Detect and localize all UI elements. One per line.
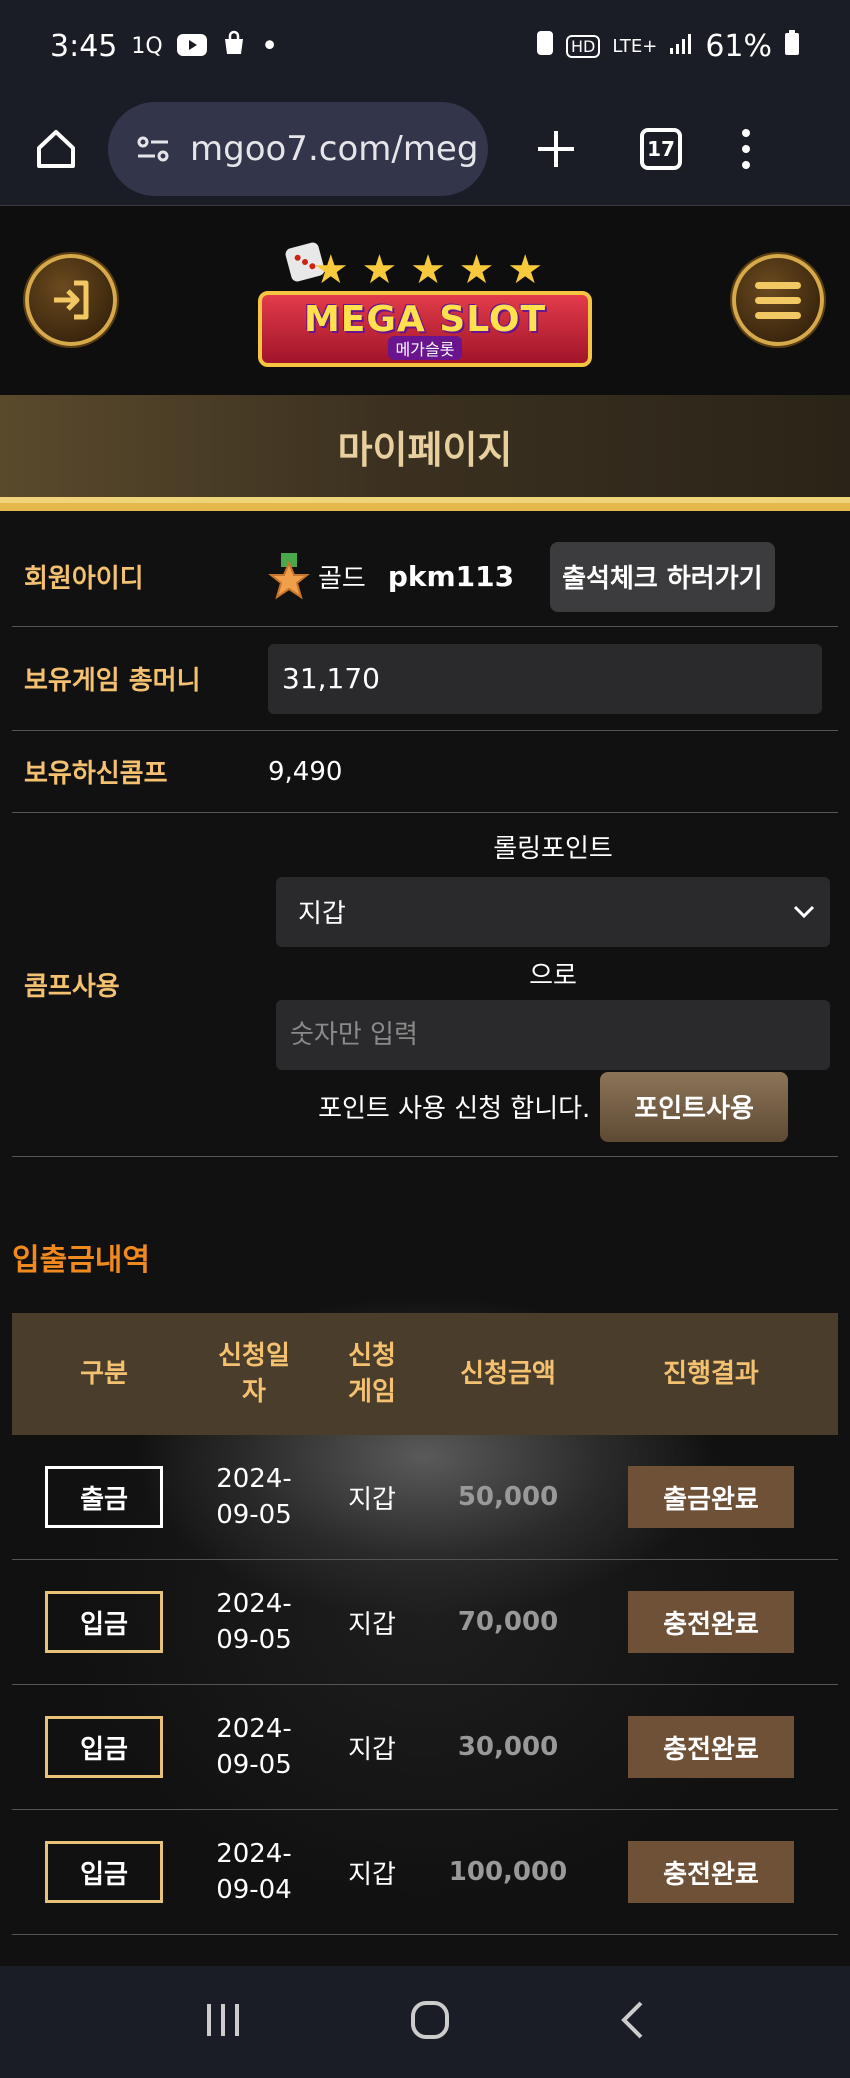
use-point-button[interactable]: 포인트사용 (600, 1071, 788, 1142)
comp-use-label: 콤프사용 (24, 972, 120, 1002)
lte-icon: LTE+ (612, 35, 658, 57)
amount-cell: 30,000 (457, 1732, 559, 1762)
game-cell: 지갑 (348, 1734, 396, 1765)
site-logo[interactable]: ★ ★ ★ ★ ★ MEGA SLOT 메가슬롯 (258, 225, 592, 385)
rolling-point-label: 롤링포인트 (493, 833, 613, 864)
address-bar[interactable]: mgoo7.com/meg (108, 101, 488, 196)
login-icon (54, 280, 89, 320)
stars-icon: ★ ★ ★ ★ ★ (312, 247, 544, 293)
page-title: 마이페이지 (337, 427, 513, 472)
signal-icon (669, 29, 693, 64)
login-button[interactable] (25, 254, 117, 346)
shopping-bag-icon (221, 29, 247, 64)
logo-text: MEGA SLOT (303, 298, 547, 340)
header-type: 구분 (80, 1358, 128, 1389)
member-id-row: 회원아이디 골드 pkm113 출석체크 하러가기 (12, 527, 838, 627)
status-bar: 3:45 1Q • HD LTE+ 61% (0, 0, 850, 92)
amount-cell: 70,000 (457, 1607, 559, 1637)
chevron-down-icon (792, 897, 816, 927)
result-badge: 출금완료 (628, 1466, 794, 1528)
date-cell: 2024- 09-05 (216, 1463, 292, 1530)
comp-row: 보유하신콤프 9,490 (12, 731, 838, 813)
hd-icon: HD (565, 34, 601, 58)
home-circle-icon (410, 2001, 449, 2039)
youtube-icon (176, 29, 207, 64)
dot-icon: • (260, 28, 279, 64)
type-badge: 입금 (45, 1591, 163, 1653)
apply-text: 포인트 사용 신청 합니다. (318, 1094, 591, 1124)
date-cell: 2024- 09-05 (216, 1713, 292, 1780)
type-badge: 입금 (45, 1716, 163, 1778)
amount-cell: 100,000 (448, 1857, 568, 1887)
game-cell: 지갑 (348, 1859, 396, 1890)
game-cell: 지갑 (348, 1609, 396, 1640)
header-result: 진행결과 (663, 1358, 759, 1389)
home-nav-button[interactable] (410, 2000, 450, 2044)
system-nav-bar (0, 1966, 850, 2078)
type-badge: 입금 (45, 1841, 163, 1903)
member-grade: 골드 (318, 564, 366, 594)
result-badge: 충전완료 (628, 1591, 794, 1653)
attendance-check-button[interactable]: 출석체크 하러가기 (550, 541, 775, 612)
table-row: 입금 2024- 09-05 지갑 70,000 충전완료 (12, 1560, 838, 1685)
date-cell: 2024- 09-04 (216, 1838, 292, 1905)
account-info-table: 회원아이디 골드 pkm113 출석체크 하러가기 보유게임 총머니 31,17… (12, 527, 838, 1157)
recent-apps-icon (207, 2004, 240, 2036)
url-text: mgoo7.com/meg (190, 128, 479, 169)
browser-toolbar: mgoo7.com/meg 17 (0, 92, 850, 206)
point-amount-input[interactable] (276, 999, 830, 1070)
member-id-label: 회원아이디 (24, 564, 144, 594)
type-badge: 출금 (45, 1466, 163, 1528)
table-header: 구분 신청일 자 신청 게임 신청금액 진행결과 (12, 1313, 838, 1435)
logo-subtext: 메가슬롯 (387, 335, 463, 360)
amount-cell: 50,000 (457, 1482, 559, 1512)
game-money-row: 보유게임 총머니 31,170 (12, 627, 838, 731)
user-id: pkm113 (387, 560, 515, 593)
result-badge: 충전완료 (628, 1716, 794, 1778)
site-content: ★ ★ ★ ★ ★ MEGA SLOT 메가슬롯 마이페이지 회원아이디 골드 … (0, 207, 850, 1966)
table-row: 입금 2024- 09-04 지갑 100,000 충전완료 (12, 1810, 838, 1935)
back-button[interactable] (617, 2000, 647, 2044)
to-label: 으로 (529, 960, 577, 991)
comp-use-row: 콤프사용 롤링포인트 지갑 으로 포인트 사용 신청 합니다. 포인트사용 (12, 813, 838, 1157)
wallet-select-value: 지갑 (298, 899, 346, 929)
recent-apps-button[interactable] (203, 2002, 243, 2042)
tab-switcher-button[interactable]: 17 (640, 127, 682, 170)
clock: 3:45 (50, 28, 118, 64)
plus-icon (538, 130, 574, 167)
browser-menu-button[interactable] (742, 128, 750, 169)
menu-button[interactable] (732, 254, 824, 346)
game-cell: 지갑 (348, 1484, 396, 1515)
page-title-bar: 마이페이지 (0, 395, 850, 511)
battery-icon (784, 29, 800, 64)
header-date: 신청일 자 (218, 1340, 290, 1407)
transaction-history-table: 구분 신청일 자 신청 게임 신청금액 진행결과 출금 2024- 09-05 지… (12, 1313, 838, 1935)
game-money-value: 31,170 (268, 643, 822, 714)
site-header: ★ ★ ★ ★ ★ MEGA SLOT 메가슬롯 (0, 207, 850, 395)
home-button[interactable] (24, 117, 88, 181)
site-settings-icon[interactable] (136, 135, 170, 163)
battery-saver-icon (536, 29, 554, 64)
comp-value: 9,490 (268, 756, 343, 787)
battery-percent: 61% (705, 28, 772, 64)
date-cell: 2024- 09-05 (216, 1588, 292, 1655)
hamburger-icon (755, 281, 801, 319)
comp-label: 보유하신콤프 (24, 759, 168, 789)
header-game: 신청 게임 (348, 1340, 396, 1407)
gold-medal-icon (268, 552, 310, 601)
new-tab-button[interactable] (524, 117, 588, 181)
transaction-history-title: 입출금내역 (12, 1243, 150, 1278)
game-money-label: 보유게임 총머니 (24, 666, 201, 696)
wallet-select[interactable]: 지갑 (276, 876, 830, 947)
1q-icon: 1Q (131, 33, 163, 59)
table-row: 출금 2024- 09-05 지갑 50,000 출금완료 (12, 1435, 838, 1560)
home-icon (37, 129, 75, 168)
header-amount: 신청금액 (460, 1358, 556, 1389)
result-badge: 충전완료 (628, 1841, 794, 1903)
table-row: 입금 2024- 09-05 지갑 30,000 충전완료 (12, 1685, 838, 1810)
back-icon (620, 2001, 643, 2039)
